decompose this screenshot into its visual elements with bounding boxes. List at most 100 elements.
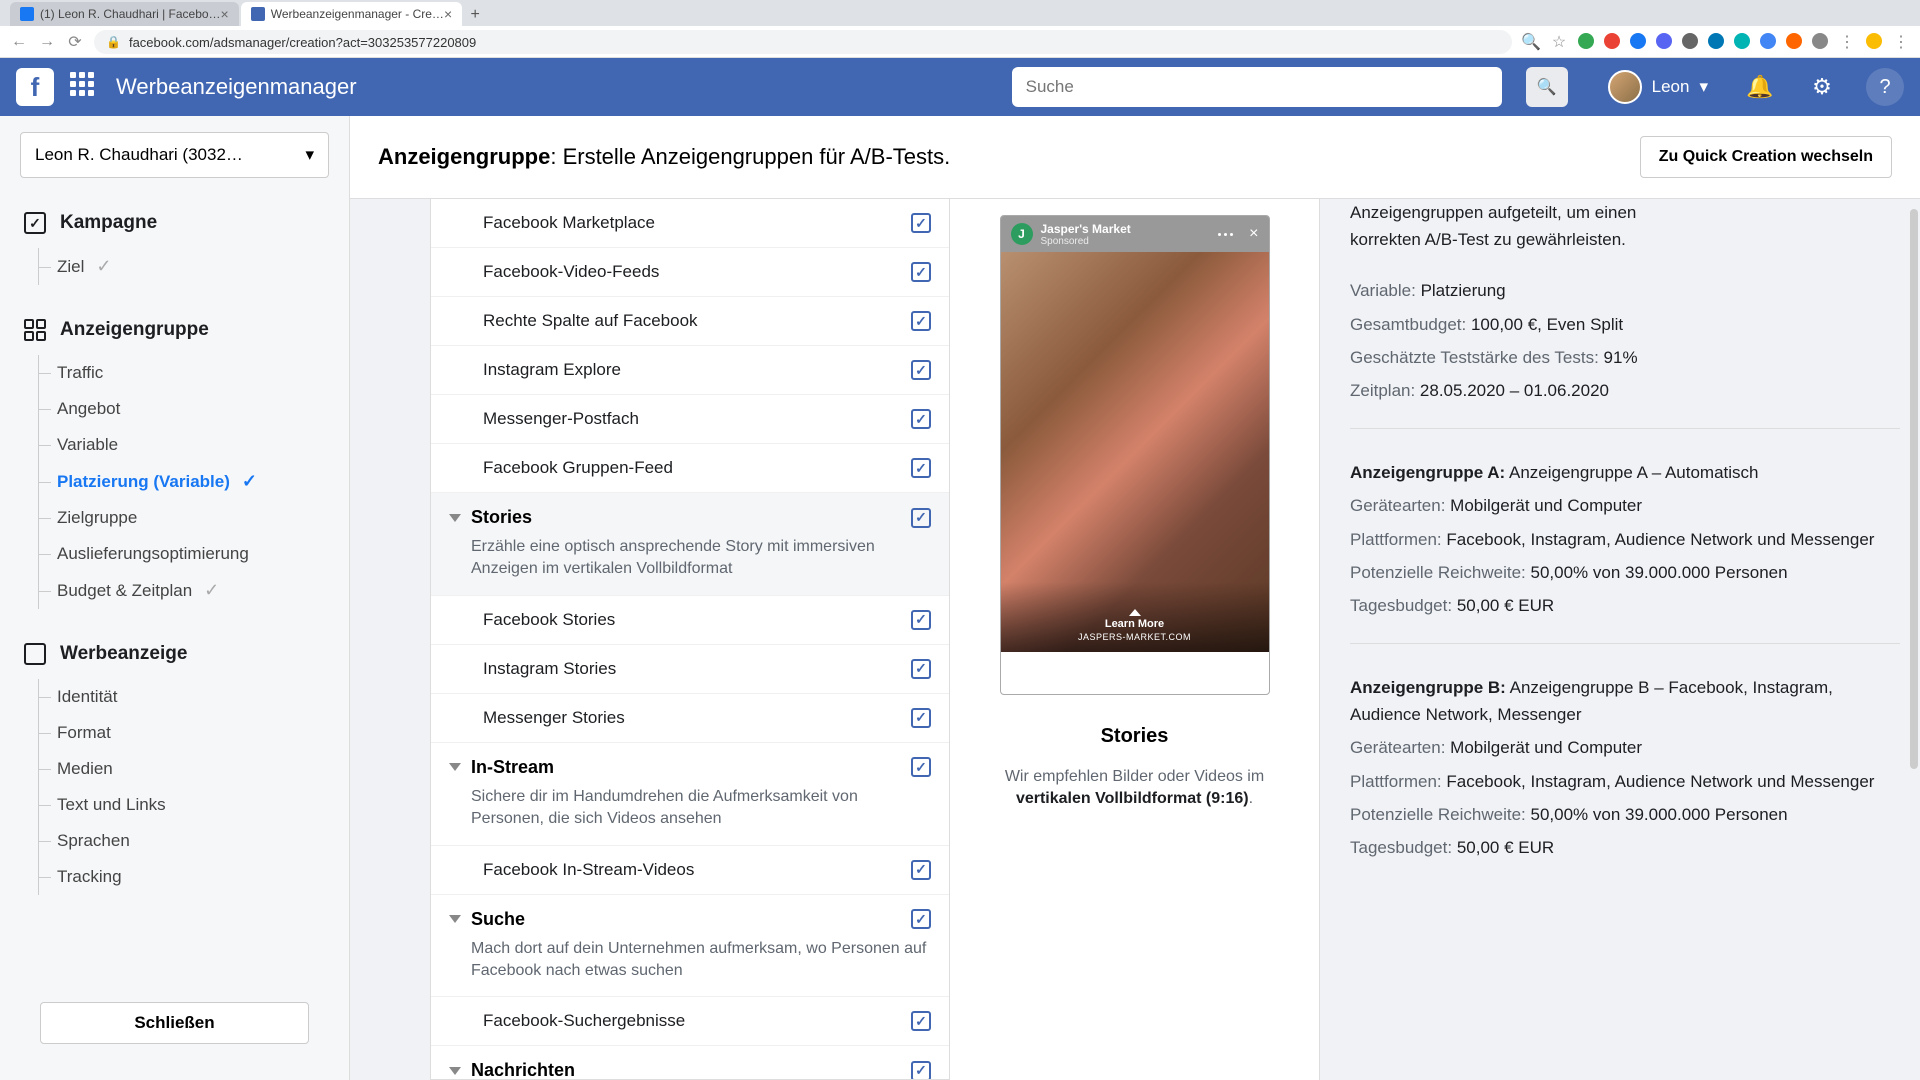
scrollbar[interactable] xyxy=(1910,209,1918,769)
notifications-icon[interactable]: 🔔 xyxy=(1742,69,1778,105)
campaign-icon xyxy=(24,212,46,234)
placement-item[interactable]: Facebook In-Stream-Videos✓ xyxy=(431,846,949,895)
placement-item[interactable]: Messenger Stories✓ xyxy=(431,694,949,743)
profile-icon[interactable] xyxy=(1866,33,1882,49)
quick-creation-button[interactable]: Zu Quick Creation wechseln xyxy=(1640,136,1892,178)
placements-list[interactable]: Facebook Marketplace✓Facebook-Video-Feed… xyxy=(430,199,950,1080)
checkbox-icon[interactable]: ✓ xyxy=(911,458,931,478)
close-button[interactable]: Schließen xyxy=(40,1002,309,1044)
settings-icon[interactable]: ⚙ xyxy=(1804,69,1840,105)
tree-item[interactable]: Format xyxy=(39,715,325,751)
tree-label: Zielgruppe xyxy=(57,508,137,528)
group-header[interactable]: Suche✓ xyxy=(449,909,931,930)
reload-icon[interactable]: ⟳ xyxy=(66,33,84,51)
variable-label: Variable: xyxy=(1350,281,1416,300)
ext-icon[interactable] xyxy=(1708,33,1724,49)
tree-item-ziel[interactable]: Ziel ✓ xyxy=(39,248,325,285)
tree-item[interactable]: Identität xyxy=(39,679,325,715)
ext-icon[interactable] xyxy=(1786,33,1802,49)
group-header[interactable]: Stories✓ xyxy=(449,507,931,528)
search-button[interactable]: 🔍 xyxy=(1526,67,1568,107)
checkbox-icon[interactable]: ✓ xyxy=(911,610,931,630)
account-selector[interactable]: Leon R. Chaudhari (3032… ▾ xyxy=(20,132,329,178)
tree-label: Angebot xyxy=(57,399,120,419)
tree-item[interactable]: Sprachen xyxy=(39,823,325,859)
placement-item[interactable]: Facebook-Video-Feeds✓ xyxy=(431,248,949,297)
tree-item[interactable]: Auslieferungsoptimierung xyxy=(39,536,325,572)
ext-icon[interactable] xyxy=(1760,33,1776,49)
tree-label: Variable xyxy=(57,435,118,455)
placement-item[interactable]: Instagram Stories✓ xyxy=(431,645,949,694)
devices-value: Mobilgerät und Computer xyxy=(1445,496,1642,515)
checkbox-icon[interactable]: ✓ xyxy=(911,909,931,929)
tree-item[interactable]: Text und Links xyxy=(39,787,325,823)
checkbox-icon[interactable]: ✓ xyxy=(911,1011,931,1031)
close-icon[interactable]: × xyxy=(444,6,452,22)
tree-item[interactable]: Medien xyxy=(39,751,325,787)
ext-icon[interactable] xyxy=(1682,33,1698,49)
help-icon[interactable]: ? xyxy=(1866,68,1904,106)
group-header[interactable]: Nachrichten✓ xyxy=(449,1060,931,1080)
url-field[interactable]: 🔒 facebook.com/adsmanager/creation?act=3… xyxy=(94,30,1512,54)
checkbox-icon[interactable]: ✓ xyxy=(911,360,931,380)
favicon-icon xyxy=(20,7,34,21)
placement-item[interactable]: Facebook Gruppen-Feed✓ xyxy=(431,444,949,493)
user-menu[interactable]: Leon ▾ xyxy=(1600,67,1716,107)
tree-item[interactable]: Traffic xyxy=(39,355,325,391)
close-icon[interactable]: × xyxy=(221,6,229,22)
checkbox-icon[interactable]: ✓ xyxy=(911,508,931,528)
ext-icon[interactable] xyxy=(1630,33,1646,49)
placement-label: Messenger-Postfach xyxy=(483,409,639,429)
browser-tab-0[interactable]: (1) Leon R. Chaudhari | Facebo… × xyxy=(10,2,239,26)
placement-item[interactable]: Instagram Explore✓ xyxy=(431,346,949,395)
placement-item[interactable]: Messenger-Postfach ✓ xyxy=(431,395,949,444)
tree-item[interactable]: Tracking xyxy=(39,859,325,895)
tree-item[interactable]: Angebot xyxy=(39,391,325,427)
checkbox-icon[interactable]: ✓ xyxy=(911,1061,931,1080)
more-icon[interactable]: ⋮ xyxy=(1892,33,1910,51)
browser-tab-1[interactable]: Werbeanzeigenmanager - Cre… × xyxy=(241,2,462,26)
checkbox-icon[interactable]: ✓ xyxy=(911,757,931,777)
checkbox-icon[interactable]: ✓ xyxy=(911,708,931,728)
tree-item[interactable]: Zielgruppe xyxy=(39,500,325,536)
new-tab-button[interactable]: + xyxy=(464,4,486,26)
placement-label: Facebook Stories xyxy=(483,610,615,630)
ext-icon[interactable] xyxy=(1734,33,1750,49)
checkbox-icon[interactable]: ✓ xyxy=(911,262,931,282)
ext-icon[interactable] xyxy=(1578,33,1594,49)
apps-grid-icon[interactable] xyxy=(70,72,100,102)
summary-panel[interactable]: Anzeigengruppen aufgeteilt, um einen kor… xyxy=(1320,199,1920,1080)
placement-item[interactable]: Rechte Spalte auf Facebook✓ xyxy=(431,297,949,346)
checkbox-icon[interactable]: ✓ xyxy=(911,409,931,429)
placement-item[interactable]: Facebook Marketplace ✓ xyxy=(431,199,949,248)
fb-logo-icon[interactable]: f xyxy=(16,68,54,106)
ext-icon[interactable] xyxy=(1604,33,1620,49)
extension-icons: 🔍 ☆ ⋮ ⋮ xyxy=(1522,33,1910,51)
search-input[interactable] xyxy=(1026,77,1488,97)
placement-item[interactable]: Facebook Stories ✓ xyxy=(431,596,949,645)
section-header[interactable]: Kampagne xyxy=(24,198,325,248)
tree-item[interactable]: Budget & Zeitplan✓ xyxy=(39,572,325,609)
tree-item-platzierung[interactable]: Platzierung (Variable)✓ xyxy=(39,463,325,500)
ext-icon[interactable] xyxy=(1656,33,1672,49)
summary-overview: Variable: Platzierung Gesamtbudget: 100,… xyxy=(1350,277,1900,404)
power-label: Geschätzte Teststärke des Tests: xyxy=(1350,348,1599,367)
placement-label: Facebook Marketplace xyxy=(483,213,655,233)
search-box[interactable] xyxy=(1012,67,1502,107)
checkbox-icon[interactable]: ✓ xyxy=(911,213,931,233)
group-header[interactable]: In-Stream✓ xyxy=(449,757,931,778)
zoom-icon[interactable]: 🔍 xyxy=(1522,33,1540,51)
checkbox-icon[interactable]: ✓ xyxy=(911,860,931,880)
checkbox-icon[interactable]: ✓ xyxy=(911,659,931,679)
back-icon[interactable]: ← xyxy=(10,33,28,51)
checkbox-icon[interactable]: ✓ xyxy=(911,311,931,331)
menu-icon[interactable]: ⋮ xyxy=(1838,33,1856,51)
star-icon[interactable]: ☆ xyxy=(1550,33,1568,51)
ext-icon[interactable] xyxy=(1812,33,1828,49)
tree-item[interactable]: Variable xyxy=(39,427,325,463)
placement-item[interactable]: Facebook-Suchergebnisse✓ xyxy=(431,997,949,1046)
group-head-value: Anzeigengruppe A – Automatisch xyxy=(1505,463,1758,482)
section-header[interactable]: Anzeigengruppe xyxy=(24,305,325,355)
section-header[interactable]: Werbeanzeige xyxy=(24,629,325,679)
forward-icon[interactable]: → xyxy=(38,33,56,51)
